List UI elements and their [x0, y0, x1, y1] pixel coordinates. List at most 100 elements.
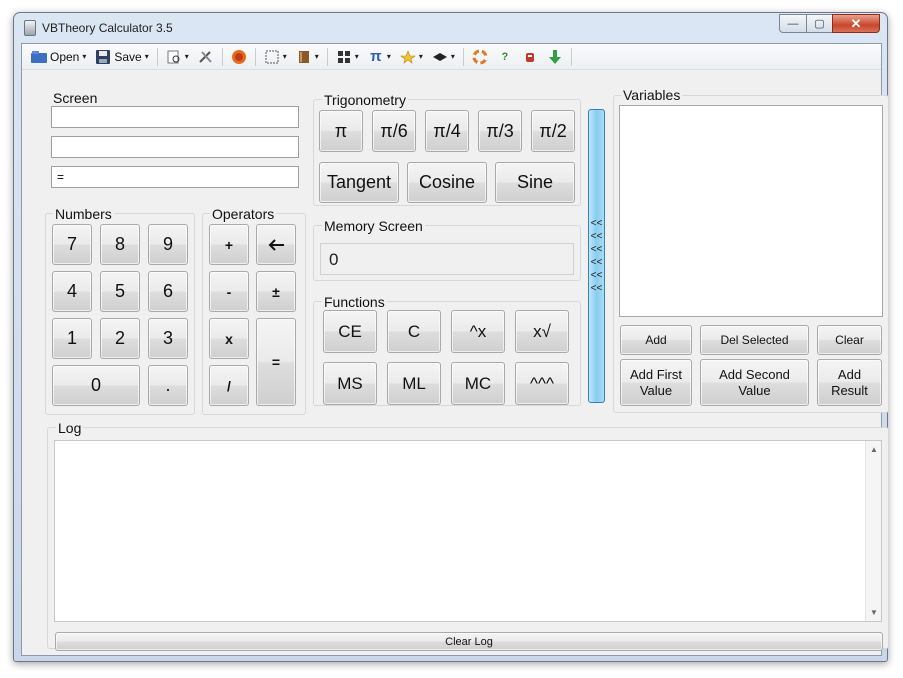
app-icon [24, 20, 36, 36]
frame-icon [264, 50, 280, 64]
lifebuoy-icon [472, 49, 488, 64]
multiply-button[interactable]: x [209, 318, 249, 359]
key-5[interactable]: 5 [100, 271, 140, 312]
chevron-down-icon: ▾ [314, 52, 319, 61]
screen-line-3[interactable]: = [51, 166, 299, 188]
mc-button[interactable]: MC [451, 362, 505, 405]
chevron-down-icon: ▾ [184, 52, 189, 61]
ms-button[interactable]: MS [323, 362, 377, 405]
ce-button[interactable]: CE [323, 310, 377, 353]
screen-line-1[interactable] [51, 106, 299, 128]
open-menu-button[interactable]: Open ▾ [28, 48, 89, 66]
save-icon [95, 49, 111, 64]
key-decimal[interactable]: . [148, 365, 188, 406]
open-label: Open [50, 49, 80, 64]
numbers-title: Numbers [53, 206, 114, 222]
key-6[interactable]: 6 [148, 271, 188, 312]
key-7[interactable]: 7 [52, 224, 92, 265]
cosine-button[interactable]: Cosine [407, 162, 487, 203]
toolbar-separator [326, 47, 328, 66]
pi-icon: π [370, 48, 382, 65]
preview-menu-button[interactable]: ▾ [163, 48, 192, 66]
add-second-value-button[interactable]: Add Second Value [700, 359, 809, 406]
save-label: Save [114, 49, 142, 64]
triple-caret-button[interactable]: ^^^ [515, 362, 569, 405]
window-title: VBTheory Calculator 3.5 [42, 21, 173, 35]
book-icon [296, 50, 312, 64]
pi-menu-button[interactable]: π ▾ [365, 48, 394, 66]
star-menu-button[interactable]: ▾ [397, 48, 426, 66]
key-2[interactable]: 2 [100, 318, 140, 359]
close-button[interactable]: ✕ [832, 14, 880, 33]
tangent-button[interactable]: Tangent [319, 162, 399, 203]
key-3[interactable]: 3 [148, 318, 188, 359]
open-icon [31, 50, 47, 64]
book-menu-button[interactable]: ▾ [293, 48, 322, 66]
pi-over-6-button[interactable]: π/6 [372, 110, 416, 152]
root-button[interactable]: x√ [515, 310, 569, 353]
divide-button[interactable]: / [209, 365, 249, 406]
key-8[interactable]: 8 [100, 224, 140, 265]
save-menu-button[interactable]: Save ▾ [92, 48, 151, 66]
clear-log-button[interactable]: Clear Log [55, 632, 883, 651]
log-title: Log [56, 420, 84, 436]
client-area: Open ▾ Save ▾ ▾ ▾ ▾ ▾ π ▾ ▾ ▾ ? Screen =… [21, 43, 889, 656]
help-icon: ? [501, 50, 509, 63]
chevron-down-icon: ▾ [386, 52, 391, 61]
pi-over-3-button[interactable]: π/3 [478, 110, 522, 152]
minimize-button[interactable]: — [779, 14, 807, 33]
delete-selected-button[interactable]: Del Selected [700, 325, 809, 355]
ml-button[interactable]: ML [387, 362, 441, 405]
plus-minus-button[interactable]: ± [256, 271, 296, 312]
firefox-icon [231, 49, 247, 64]
backspace-button[interactable] [256, 224, 296, 265]
double-arrow-icon: << [590, 244, 603, 255]
add-first-value-button[interactable]: Add First Value [620, 359, 692, 406]
screen-title: Screen [53, 90, 98, 106]
preview-icon [166, 50, 182, 64]
tools-icon [198, 50, 214, 64]
toolbar-separator [570, 47, 572, 66]
expand-panel-button[interactable]: << << << << << << [588, 109, 605, 403]
maximize-button[interactable]: ▢ [806, 14, 833, 33]
tools-button[interactable] [195, 48, 217, 66]
toolbar-separator [156, 47, 158, 66]
add-variable-button[interactable]: Add [620, 325, 692, 355]
title-bar[interactable]: VBTheory Calculator 3.5 — ▢ ✕ [14, 13, 887, 43]
pi-button[interactable]: π [319, 110, 363, 152]
grid-menu-button[interactable]: ▾ [333, 48, 362, 66]
screen-line-2[interactable] [51, 136, 299, 158]
clear-variables-button[interactable]: Clear [817, 325, 882, 355]
equals-button[interactable]: = [256, 318, 296, 406]
key-1[interactable]: 1 [52, 318, 92, 359]
download-icon [547, 49, 563, 64]
add-result-button[interactable]: Add Result [817, 359, 882, 406]
bug-button[interactable] [519, 48, 541, 66]
scroll-up-icon[interactable]: ▲ [870, 445, 878, 454]
sine-button[interactable]: Sine [495, 162, 575, 203]
key-9[interactable]: 9 [148, 224, 188, 265]
help-button[interactable]: ? [494, 48, 516, 66]
c-button[interactable]: C [387, 310, 441, 353]
double-arrow-icon: << [590, 283, 603, 294]
frame-menu-button[interactable]: ▾ [261, 48, 290, 66]
variables-list[interactable] [619, 105, 883, 317]
log-textarea[interactable]: ▲ ▼ [54, 440, 882, 622]
pi-over-4-button[interactable]: π/4 [425, 110, 469, 152]
chevron-down-icon: ▾ [450, 52, 455, 61]
power-button[interactable]: ^x [451, 310, 505, 353]
scroll-down-icon[interactable]: ▼ [870, 608, 878, 617]
log-scrollbar[interactable]: ▲ ▼ [865, 441, 881, 621]
lifebuoy-button[interactable] [469, 48, 491, 66]
key-4[interactable]: 4 [52, 271, 92, 312]
pi-over-2-button[interactable]: π/2 [531, 110, 575, 152]
plus-button[interactable]: + [209, 224, 249, 265]
minus-button[interactable]: - [209, 271, 249, 312]
double-arrow-icon: << [590, 270, 603, 281]
download-button[interactable] [544, 48, 566, 66]
key-0[interactable]: 0 [52, 365, 140, 406]
memory-display: 0 [320, 243, 574, 275]
functions-title: Functions [322, 294, 387, 310]
firefox-button[interactable] [228, 48, 250, 66]
hat-menu-button[interactable]: ▾ [429, 48, 458, 66]
